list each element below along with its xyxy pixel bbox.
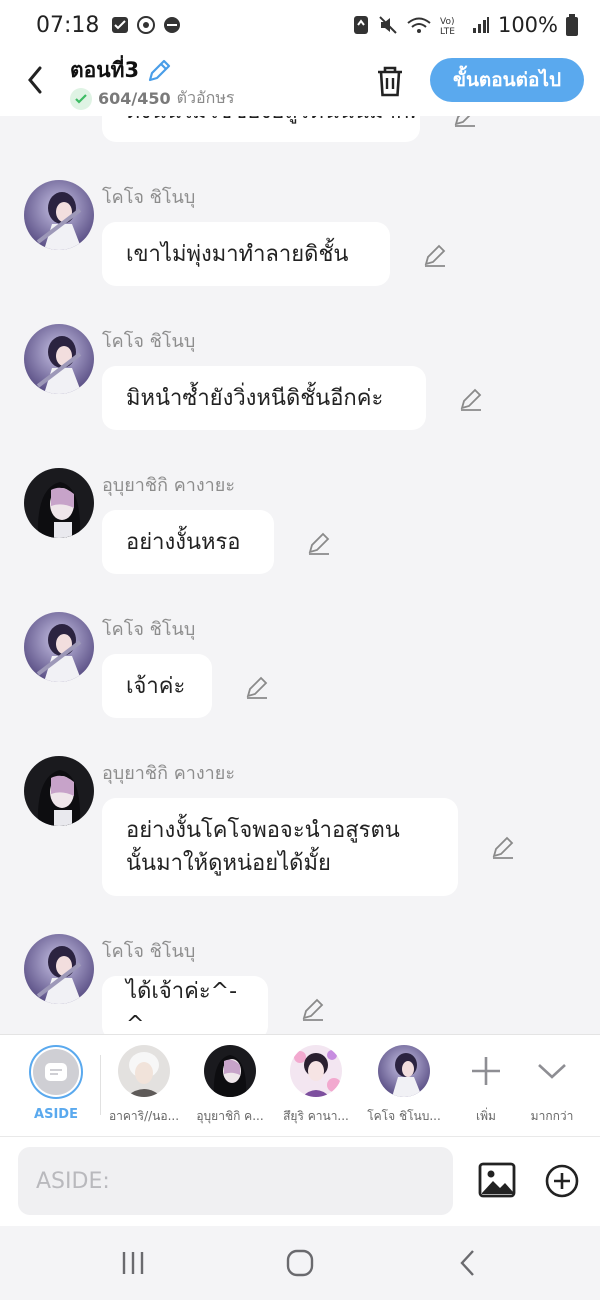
next-step-button[interactable]: ขั้นตอนต่อไป <box>430 58 584 102</box>
message-text: อย่างงั้นหรอ <box>126 529 241 555</box>
character-name: สึยุริ คานา... <box>283 1109 349 1123</box>
aside-label: ASIDE <box>34 1107 78 1122</box>
system-nav-bar <box>0 1226 600 1300</box>
sync-icon <box>353 16 368 34</box>
image-icon[interactable] <box>478 1161 516 1199</box>
status-time: 07:18 <box>36 12 100 38</box>
sender-name: อุบุยาชิกิ คางายะ <box>102 475 235 496</box>
character-item[interactable]: สึยุริ คานา... <box>271 1045 361 1126</box>
aside-avatar <box>29 1045 83 1099</box>
char-count: 604/450 <box>98 89 171 108</box>
status-right: Vo) LTE 100% <box>352 13 578 37</box>
avatar-shinobu[interactable] <box>24 934 94 1004</box>
title-row: ตอนที่3 <box>70 54 173 87</box>
trash-icon[interactable] <box>374 64 406 98</box>
character-avatar <box>378 1045 430 1097</box>
svg-text:Vo): Vo) <box>440 17 454 27</box>
edit-message-icon[interactable] <box>306 530 332 556</box>
mute-icon <box>379 16 397 34</box>
message-text-line-2: นั้นมาให้ดูหน่อยได้มั้ย <box>126 851 331 876</box>
message-bubble[interactable]: ดังนั้นไม่ใช่ช่องอสูรตนนั้นมากค่ะ <box>102 116 420 142</box>
add-circle-icon[interactable] <box>544 1163 580 1199</box>
episode-title: ตอนที่3 <box>70 58 140 82</box>
battery-percent: 100% <box>497 13 558 37</box>
status-bar: 07:18 Vo) LTE 100% <box>0 0 600 50</box>
recent-apps-icon[interactable] <box>116 1246 150 1280</box>
chevron-down-icon <box>538 1064 566 1079</box>
more-characters-button[interactable]: มากกว่า <box>507 1045 597 1126</box>
chat-area[interactable]: ดังนั้นไม่ใช่ช่องอสูรตนนั้นมากค่ะ โคโจ ช… <box>0 116 600 1034</box>
do-not-disturb-icon <box>164 17 181 33</box>
avatar-shinobu[interactable] <box>24 612 94 682</box>
edit-message-icon[interactable] <box>244 674 270 700</box>
home-icon[interactable] <box>283 1246 317 1280</box>
message-bubble[interactable]: อย่างงั้นหรอ <box>102 510 274 574</box>
wifi-icon <box>407 17 431 33</box>
plus-icon <box>472 1057 500 1085</box>
character-aside[interactable]: ASIDE <box>11 1045 101 1122</box>
message-text: มิหนำซ้ำยังวิ่งหนีดิชั้นอีกค่ะ <box>126 385 384 411</box>
sender-name: โคโจ ชิโนบุ <box>102 619 196 640</box>
input-bar <box>0 1136 600 1226</box>
message-bubble[interactable]: เขาไม่พุ่งมาทำลายดิชั้น <box>102 222 390 286</box>
character-item[interactable]: โคโจ ชิโนบ... <box>359 1045 449 1126</box>
character-name: อาคาริ//นอ... <box>108 1109 180 1123</box>
message-text: ดังนั้นไม่ใช่ช่องอสูรตนนั้นมากค่ะ <box>126 116 420 128</box>
edit-message-icon[interactable] <box>490 834 516 860</box>
avatar-kagaya[interactable] <box>24 756 94 826</box>
message-input[interactable] <box>18 1147 453 1215</box>
character-avatar <box>118 1045 170 1097</box>
sender-name: โคโจ ชิโนบุ <box>102 331 196 352</box>
edit-message-icon[interactable] <box>300 996 326 1022</box>
character-item[interactable]: อุบุยาชิกิ ค... <box>185 1045 275 1126</box>
signal-icon <box>472 17 489 33</box>
check-icon <box>70 87 92 110</box>
back-arrow-icon[interactable] <box>22 62 50 98</box>
svg-text:LTE: LTE <box>440 27 455 35</box>
sender-name: โคโจ ชิโนบุ <box>102 941 196 962</box>
avatar-shinobu[interactable] <box>24 324 94 394</box>
edit-message-icon[interactable] <box>452 116 478 128</box>
edit-title-pencil-icon[interactable] <box>145 57 173 85</box>
message-text: เขาไม่พุ่งมาทำลายดิชั้น <box>126 241 349 267</box>
avatar-shinobu[interactable] <box>24 180 94 250</box>
char-count-unit: ตัวอักษร <box>176 88 235 107</box>
character-avatar <box>290 1045 342 1097</box>
message-bubble[interactable]: ได้เจ้าค่ะ^-^ <box>102 976 268 1034</box>
message-bubble[interactable]: มิหนำซ้ำยังวิ่งหนีดิชั้นอีกค่ะ <box>102 366 426 430</box>
message-text: ได้เจ้าค่ะ^-^ <box>126 979 238 1034</box>
character-avatar <box>204 1045 256 1097</box>
chrome-icon <box>137 16 156 34</box>
character-bar: ASIDE อาคาริ//นอ... อุบุยาชิกิ ค... สึยุ… <box>0 1034 600 1136</box>
message-text: เจ้าค่ะ <box>126 673 186 699</box>
back-nav-icon[interactable] <box>452 1246 486 1280</box>
message-bubble[interactable]: อย่างงั้นโคโจพอจะนำอสูรตน นั้นมาให้ดูหน่… <box>102 798 458 896</box>
volte-icon: Vo)LTE <box>440 17 455 35</box>
message-bubble[interactable]: เจ้าค่ะ <box>102 654 212 718</box>
character-name: โคโจ ชิโนบ... <box>367 1109 441 1123</box>
avatar-kagaya[interactable] <box>24 468 94 538</box>
aside-chat-icon <box>45 1063 67 1081</box>
more-label: มากกว่า <box>530 1109 574 1123</box>
char-count-row: 604/450 ตัวอักษร <box>70 86 234 111</box>
message-text-line-1: อย่างงั้นโคโจพอจะนำอสูรตน <box>126 818 400 843</box>
character-name: อุบุยาชิกิ ค... <box>196 1109 264 1123</box>
checkbox-notification-icon <box>112 17 129 33</box>
battery-icon <box>566 14 578 36</box>
header: ตอนที่3 604/450 ตัวอักษร ขั้นตอนต่อไป <box>0 50 600 116</box>
edit-message-icon[interactable] <box>422 242 448 268</box>
edit-message-icon[interactable] <box>458 386 484 412</box>
sender-name: โคโจ ชิโนบุ <box>102 187 196 208</box>
character-item[interactable]: อาคาริ//นอ... <box>99 1045 189 1126</box>
sender-name: อุบุยาชิกิ คางายะ <box>102 763 235 784</box>
